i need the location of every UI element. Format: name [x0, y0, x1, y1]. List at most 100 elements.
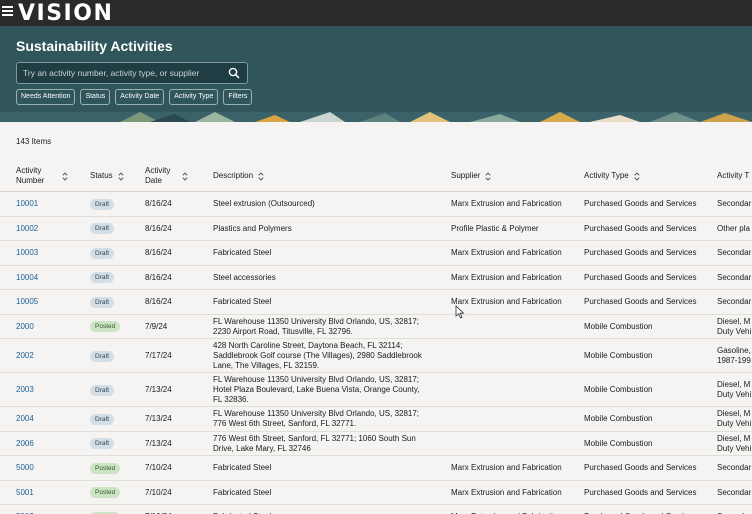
activity-type-2-line: Secondar [717, 199, 752, 209]
activity-date: 7/10/24 [145, 487, 172, 497]
activity-number-link[interactable]: 10004 [16, 273, 38, 283]
activity-type-2-cell: Secondar [717, 297, 751, 307]
description-line: Lane, The Villages, FL 32159. [213, 361, 320, 370]
supplier-cell: Marx Extrusion and Fabrication [451, 199, 562, 209]
sort-icon[interactable] [182, 171, 188, 181]
description-cell: FL Warehouse 11350 University Blvd Orlan… [213, 375, 420, 405]
activity-type-2-line: Secondar [717, 272, 752, 282]
chip-status[interactable]: Status [80, 89, 111, 105]
status-badge: Draft [90, 384, 115, 396]
activity-type-2-line: Secondar [717, 248, 752, 258]
sort-icon[interactable] [62, 171, 68, 181]
column-header-number[interactable]: Activity Number [16, 160, 68, 192]
chip-activity-type[interactable]: Activity Type [169, 89, 219, 105]
column-header-supplier[interactable]: Supplier [451, 160, 491, 192]
column-header-label: Status [90, 171, 113, 181]
column-header-label-line: Activity [16, 166, 42, 175]
activity-number-link[interactable]: 2000 [16, 322, 34, 332]
description-line: 776 West 6th Street, Sanford, FL 32771; … [213, 433, 416, 443]
description-line: Hotel Plaza Boulevard, Lake Buena Vista,… [213, 385, 420, 394]
activity-number-link[interactable]: 5001 [16, 488, 34, 498]
supplier-cell: Marx Extrusion and Fabrication [451, 463, 562, 473]
hamburger-menu-icon[interactable] [2, 6, 13, 18]
activity-type-cell: Purchased Goods and Services [584, 272, 697, 282]
activity-type-2-line: 1987-199 [717, 356, 751, 365]
sort-icon[interactable] [485, 171, 491, 181]
description-line: FL Warehouse 11350 University Blvd Orlan… [213, 409, 420, 419]
header-decorative-pattern [0, 112, 752, 122]
status-badge: Draft [90, 438, 115, 450]
column-header-label: Activity Type [584, 171, 629, 181]
description-line: 428 North Caroline Street, Daytona Beach… [213, 341, 403, 350]
column-header-label-line: Description [213, 171, 254, 180]
chip-needs-attention[interactable]: Needs Attention [16, 89, 76, 105]
table-row[interactable]: 5000 Posted 7/10/24 Fabricated Steel Marx Ex… [0, 456, 752, 481]
activity-number-link[interactable]: 2003 [16, 385, 34, 395]
activity-type-2-line: Diesel, M [717, 380, 751, 389]
activity-type-cell: Mobile Combustion [584, 351, 653, 360]
table-header: Activity Number Status Activity Date Descript… [0, 160, 752, 192]
description-cell: FL Warehouse 11350 University Blvd Orlan… [213, 317, 419, 337]
sort-icon[interactable] [258, 171, 264, 181]
table-row[interactable]: 5002Posted7/10/24Fabricated SteelMarx Ex… [0, 505, 752, 514]
activity-number-link[interactable]: 10001 [16, 199, 38, 209]
description-line: FL Warehouse 11350 University Blvd Orlan… [213, 375, 420, 384]
mouse-cursor-icon [455, 305, 465, 319]
activity-number-link[interactable]: 10002 [16, 224, 38, 234]
column-header-label: Activity T [717, 171, 749, 181]
supplier-cell: Profile Plastic & Polymer [451, 223, 539, 233]
status-badge: Posted [90, 462, 121, 474]
activity-type-cell: Purchased Goods and Services [584, 463, 697, 473]
table-row[interactable]: 10002 Draft 8/16/24 Plastics and Polymers Pr… [0, 217, 752, 241]
activity-number-link[interactable]: 2006 [16, 439, 34, 449]
vision-logo[interactable]: VISION [18, 1, 113, 26]
sort-icon[interactable] [118, 171, 124, 181]
description-line: Fabricated Steel [213, 487, 272, 497]
table-row[interactable]: 10003 Draft 8/16/24 Fabricated Steel Marx Ex… [0, 241, 752, 266]
search-icon[interactable] [228, 67, 240, 79]
activity-type-2-line: Secondar [717, 463, 752, 473]
activity-number-link[interactable]: 5000 [16, 463, 34, 473]
activity-number-link[interactable]: 2004 [16, 414, 34, 424]
column-header-type[interactable]: Activity Type [584, 160, 640, 192]
activity-type-2-line: Other pla [717, 223, 750, 233]
activities-table: Activity Number Status Activity Date Descript… [0, 160, 752, 514]
chip-filters[interactable]: Filters [223, 89, 253, 105]
supplier-cell: Marx Extrusion and Fabrication [451, 248, 562, 258]
table-row[interactable]: 10005 Draft 8/16/24 Fabricated Steel Marx Ex… [0, 290, 752, 315]
activity-date: 8/16/24 [145, 297, 172, 307]
activity-number-link[interactable]: 2002 [16, 351, 34, 361]
column-header-label-line: Date [145, 176, 162, 185]
description-line: Fabricated Steel [213, 248, 272, 258]
chip-activity-date[interactable]: Activity Date [115, 89, 165, 105]
table-row[interactable]: 10001 Draft 8/16/24 Steel extrusion (Outsou… [0, 192, 752, 217]
activity-type-2-line: Gasoline, [717, 346, 751, 355]
search-box[interactable] [16, 62, 248, 84]
activity-number-link[interactable]: 10003 [16, 248, 38, 258]
supplier-cell: Marx Extrusion and Fabrication [451, 272, 562, 282]
table-row[interactable]: 2003 Draft 7/13/24 FL Warehouse 11350 Unive… [0, 373, 752, 407]
table-row[interactable]: 10004 Draft 8/16/24 Steel accessories Marx E… [0, 266, 752, 290]
description-line: Fabricated Steel [213, 297, 272, 307]
column-header-status[interactable]: Status [90, 160, 124, 192]
table-row[interactable]: 5001 Posted 7/10/24 Fabricated Steel Marx Ex… [0, 481, 752, 505]
table-row[interactable]: 2002 Draft 7/17/24 428 North Caroline Stree… [0, 339, 752, 373]
column-header-label: Supplier [451, 171, 480, 181]
table-row[interactable]: 2000 Posted 7/9/24 FL Warehouse 11350 Unive… [0, 315, 752, 339]
activity-date: 8/16/24 [145, 223, 172, 233]
activity-type-cell: Mobile Combustion [584, 321, 653, 331]
column-header-description[interactable]: Description [213, 160, 264, 192]
activity-number-link[interactable]: 10005 [16, 297, 38, 307]
activity-type-2-cell: Gasoline, 1987-199 [717, 346, 751, 366]
activity-date: 7/17/24 [145, 351, 172, 360]
table-row[interactable]: 2006 Draft 7/13/24 776 West 6th Street, San… [0, 432, 752, 456]
search-input[interactable] [23, 66, 223, 80]
table-row[interactable]: 2004 Draft 7/13/24 FL Warehouse 11350 Unive… [0, 407, 752, 432]
activity-type-cell: Purchased Goods and Services [584, 487, 697, 497]
sort-icon[interactable] [634, 171, 640, 181]
activity-type-2-line: Diesel, M [717, 316, 751, 326]
item-count: 143 Items [16, 137, 52, 146]
column-header-type2[interactable]: Activity T [717, 160, 749, 192]
column-header-date[interactable]: Activity Date [145, 160, 188, 192]
activity-type-cell: Purchased Goods and Services [584, 248, 697, 258]
